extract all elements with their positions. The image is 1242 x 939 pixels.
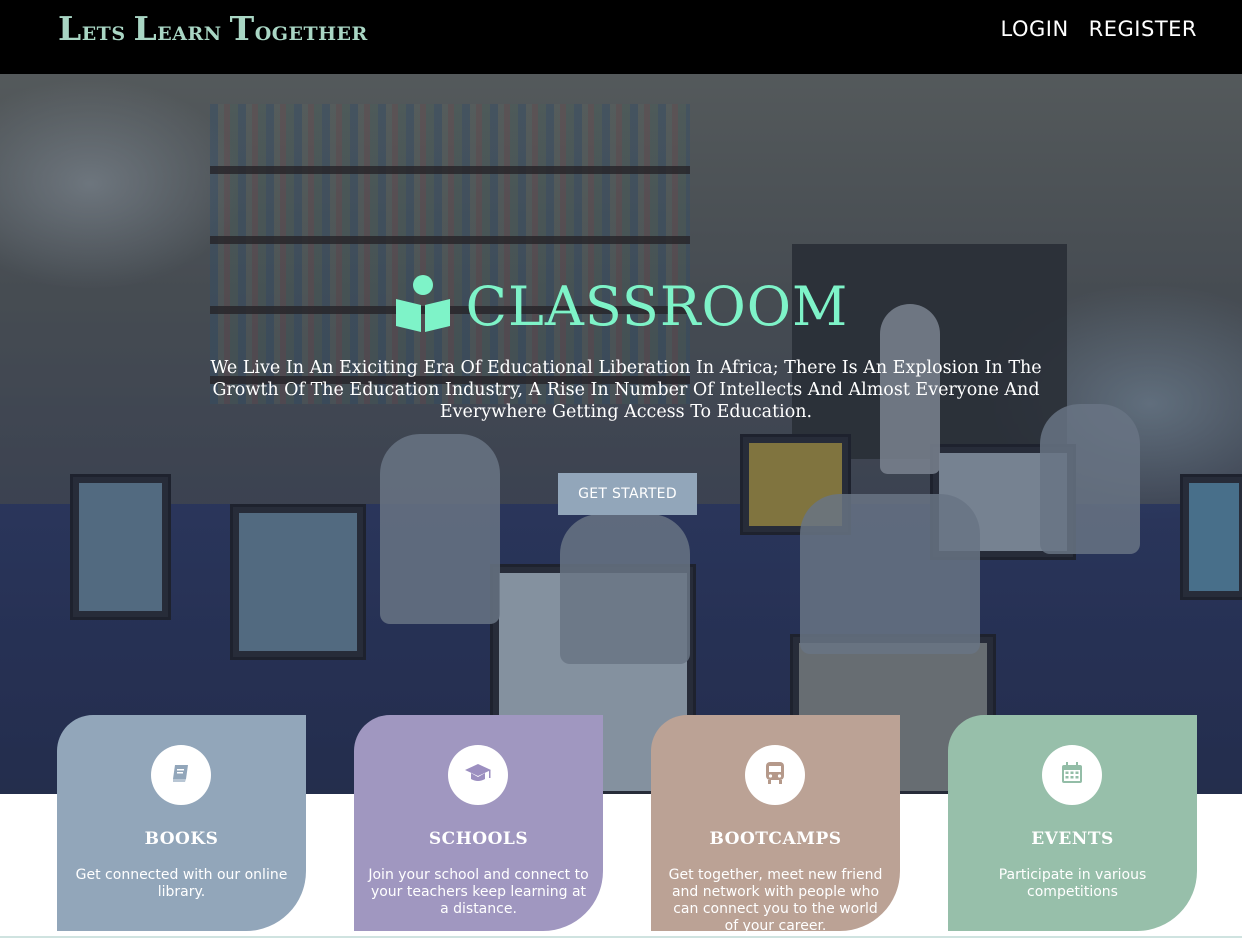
logo-text: OGETHER	[254, 23, 368, 45]
book-reader-icon	[394, 274, 452, 338]
feature-card-events[interactable]: EVENTS Participate in various competitio…	[948, 715, 1197, 931]
hero-heading: CLASSROOM	[0, 274, 1242, 338]
card-text: Join your school and connect to your tea…	[368, 867, 589, 917]
card-text: Get connected with our online library.	[75, 867, 288, 900]
card-icon-circle	[745, 745, 805, 805]
logo-letter: L	[58, 9, 82, 48]
top-navbar: LETS LEARN TOGETHER LOGIN REGISTER	[0, 0, 1242, 74]
graduation-cap-icon	[464, 762, 492, 788]
card-title: BOOKS	[144, 829, 219, 849]
register-link[interactable]: REGISTER	[1089, 17, 1197, 41]
card-title: BOOTCAMPS	[709, 829, 842, 849]
card-text: Participate in various competitions	[998, 867, 1147, 900]
logo-letter: T	[229, 9, 255, 48]
site-logo[interactable]: LETS LEARN TOGETHER	[58, 9, 376, 48]
hero-description: We Live In An Exiciting Era Of Education…	[210, 358, 1042, 422]
logo-letter: L	[133, 9, 158, 48]
hero-overlay	[0, 74, 1242, 794]
logo-text: ETS	[81, 23, 126, 45]
nav-links: LOGIN REGISTER	[1001, 17, 1198, 41]
get-started-button[interactable]: GET STARTED	[558, 473, 697, 515]
card-icon-circle	[1042, 745, 1102, 805]
logo-text: EARN	[157, 23, 222, 45]
hero-section: CLASSROOM We Live In An Exiciting Era Of…	[0, 74, 1242, 794]
card-text: Get together, meet new friend and networ…	[668, 867, 883, 931]
bus-icon	[765, 761, 785, 789]
feature-card-bootcamps[interactable]: BOOTCAMPS Get together, meet new friend …	[651, 715, 900, 931]
card-title: SCHOOLS	[428, 829, 529, 849]
feature-card-schools[interactable]: SCHOOLS Join your school and connect to …	[354, 715, 603, 931]
calendar-icon	[1061, 762, 1083, 788]
card-title: EVENTS	[1031, 829, 1114, 849]
page-divider	[0, 936, 1242, 938]
card-icon-circle	[448, 745, 508, 805]
book-icon	[170, 762, 192, 788]
login-link[interactable]: LOGIN	[1001, 17, 1069, 41]
hero-title: CLASSROOM	[465, 274, 849, 338]
card-icon-circle	[151, 745, 211, 805]
feature-card-books[interactable]: BOOKS Get connected with our online libr…	[57, 715, 306, 931]
